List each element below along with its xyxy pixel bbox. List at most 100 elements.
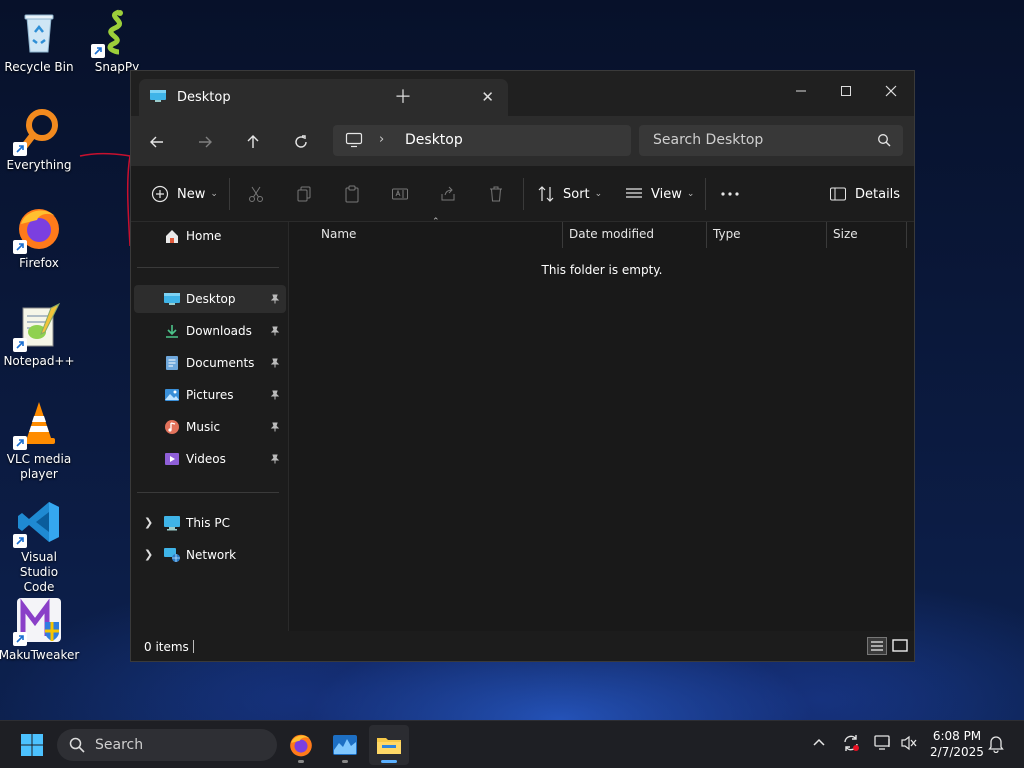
music-note-icon [163,419,181,435]
column-divider[interactable] [906,222,907,248]
plus-circle-icon [151,185,169,203]
view-list-icon [626,188,642,198]
divider [523,178,524,210]
arrow-right-icon [199,136,212,148]
new-label: New [177,186,206,202]
sidebar-item-label: This PC [186,516,230,530]
up-button[interactable] [241,130,265,154]
sidebar-item-label: Pictures [186,388,234,402]
network-status-button[interactable] [874,735,892,754]
navigation-pane: Home Desktop Downloads Documents Picture… [131,222,289,631]
close-window-button[interactable] [871,77,911,105]
taskbar-app-task-manager[interactable] [325,725,365,765]
details-view-button[interactable] [867,637,887,658]
column-header-name[interactable]: Name [321,227,356,241]
picture-icon [163,387,181,403]
shortcut-arrow-icon [13,142,27,156]
sidebar-item-music[interactable]: Music [134,413,286,441]
taskbar-search-box[interactable]: Search [57,729,277,761]
taskbar-app-firefox[interactable] [281,725,321,765]
divider [705,178,706,210]
command-bar: New ⌄ Sort ⌄ View ⌄ Details [131,166,914,222]
video-icon [163,451,181,467]
start-button[interactable] [12,725,52,765]
document-icon [163,355,181,371]
column-header-date-modified[interactable]: Date modified [569,227,654,241]
cut-button[interactable] [247,182,265,206]
new-button[interactable]: New ⌄ [151,182,218,206]
sort-button[interactable]: Sort ⌄ [537,182,602,206]
share-button[interactable] [439,182,457,206]
back-button[interactable] [145,130,169,154]
tab-title: Desktop [177,90,231,105]
divider [137,267,279,268]
details-pane-button[interactable]: Details [829,182,900,206]
column-divider[interactable] [562,222,563,248]
search-input[interactable]: Search Desktop [653,132,763,148]
column-header-type[interactable]: Type [713,227,741,241]
view-button[interactable]: View ⌄ [625,182,694,206]
desktop-icon-snappy[interactable]: SnapPy [78,8,156,75]
running-indicator [342,760,348,763]
desktop-icon-everything[interactable]: Everything [0,106,78,173]
taskbar-app-file-explorer[interactable] [369,725,409,765]
vlc-cone-icon [13,400,63,450]
sidebar-item-videos[interactable]: Videos [134,445,286,473]
performance-chart-icon [333,735,357,755]
volume-button[interactable] [900,735,918,754]
refresh-button[interactable] [289,130,313,154]
desktop-icon-firefox[interactable]: Firefox [0,204,78,271]
close-tab-icon[interactable]: ✕ [481,88,494,106]
search-icon [877,133,891,150]
search-box[interactable]: Search Desktop [639,125,903,156]
pin-icon [270,421,280,435]
chevron-right-icon[interactable]: ❯ [144,548,153,561]
sidebar-item-desktop[interactable]: Desktop [134,285,286,313]
desktop-icon-vlc[interactable]: VLC media player [0,400,78,482]
maximize-button[interactable] [826,77,866,105]
column-header-size[interactable]: Size [833,227,858,241]
sidebar-item-downloads[interactable]: Downloads [134,317,286,345]
desktop-icon-vscode[interactable]: Visual Studio Code [0,498,78,595]
large-icons-view-button[interactable] [891,637,909,658]
minimize-button[interactable] [781,77,821,105]
snappy-icon [91,8,141,58]
breadcrumb-desktop[interactable]: Desktop [405,132,463,148]
sidebar-item-this-pc[interactable]: ❯ This PC [134,509,286,537]
desktop-icon-recycle-bin[interactable]: Recycle Bin [0,8,78,75]
shortcut-arrow-icon [91,44,105,58]
trash-icon [490,186,502,202]
red-annotation-stroke [79,152,131,247]
sidebar-item-label: Network [186,548,237,562]
sidebar-item-pictures[interactable]: Pictures [134,381,286,409]
chevron-right-icon[interactable]: ❯ [144,516,153,529]
delete-button[interactable] [487,182,505,206]
tab-desktop[interactable]: Desktop ✕ [139,79,508,116]
forward-button[interactable] [193,130,217,154]
sync-status-button[interactable] [842,734,860,755]
taskbar-clock[interactable]: 6:08 PM 2/7/2025 [925,728,989,760]
navigation-bar: › Desktop Search Desktop [131,116,914,166]
more-options-button[interactable] [720,182,740,206]
sidebar-item-documents[interactable]: Documents [134,349,286,377]
sidebar-item-label: Downloads [186,324,252,338]
desktop-icon-makutweaker[interactable]: MakuTweaker [0,596,79,663]
column-divider[interactable] [826,222,827,248]
share-icon [441,186,455,201]
sidebar-item-network[interactable]: ❯ Network [134,541,286,569]
file-explorer-window: Desktop ✕ ＋ › Desktop Search Desktop New… [130,70,915,662]
notifications-button[interactable] [988,735,1004,756]
new-tab-button[interactable]: ＋ [394,83,412,109]
rename-button[interactable] [391,182,409,206]
address-bar[interactable]: › Desktop [333,125,631,156]
sync-icon [844,735,859,751]
column-divider[interactable] [706,222,707,248]
copy-button[interactable] [295,182,313,206]
show-hidden-icons-button[interactable] [812,735,826,752]
chevron-up-icon [813,738,825,746]
chevron-down-icon: ⌄ [594,189,603,199]
sidebar-item-home[interactable]: Home [134,222,286,250]
sidebar-item-label: Documents [186,356,255,370]
paste-button[interactable] [343,182,361,206]
desktop-icon-notepad-plus-plus[interactable]: Notepad++ [0,302,78,369]
